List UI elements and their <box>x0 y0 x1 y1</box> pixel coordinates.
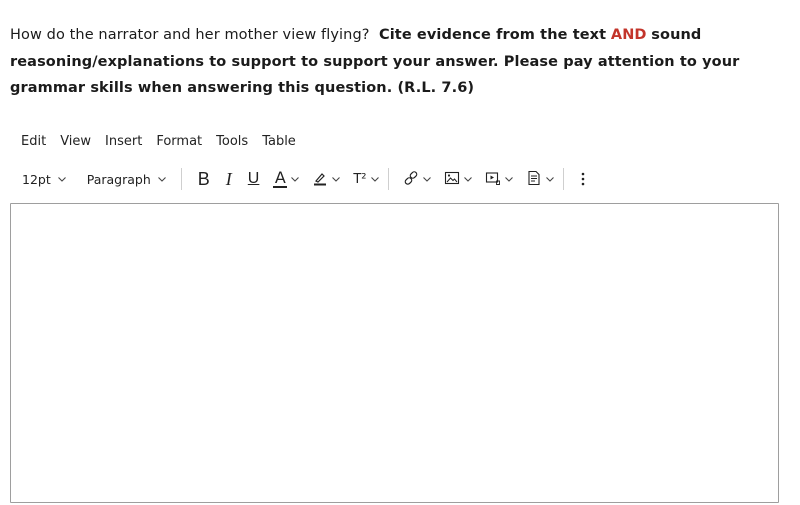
superscript-icon: T² <box>353 171 367 187</box>
text-color-button[interactable]: A <box>267 165 306 193</box>
chevron-down-icon <box>157 174 167 184</box>
document-icon <box>526 170 542 189</box>
toolbar-divider <box>180 168 182 190</box>
menu-edit[interactable]: Edit <box>10 134 53 149</box>
font-size-select[interactable]: 12pt <box>10 172 73 187</box>
block-format-value: Paragraph <box>86 171 151 187</box>
image-button[interactable] <box>438 165 479 193</box>
toolbar-divider <box>387 168 389 190</box>
more-icon <box>580 171 586 187</box>
chevron-down-icon <box>422 174 432 184</box>
toolbar-divider <box>562 168 564 190</box>
menu-view[interactable]: View <box>53 134 98 149</box>
font-size-value: 12pt <box>22 171 51 187</box>
answer-editor[interactable] <box>10 203 779 503</box>
question-text-bold: Cite evidence from the text <box>378 27 607 43</box>
menu-format[interactable]: Format <box>149 134 209 149</box>
text-color-icon: A <box>273 168 288 188</box>
editor-toolbar: 12pt Paragraph B I U A T² <box>10 163 780 195</box>
chevron-down-icon <box>57 174 67 184</box>
link-button[interactable] <box>397 165 438 193</box>
chevron-down-icon <box>545 174 555 184</box>
image-icon <box>444 170 460 189</box>
highlight-button[interactable] <box>306 165 347 193</box>
document-button[interactable] <box>520 165 561 193</box>
menu-table[interactable]: Table <box>255 134 303 149</box>
superscript-button[interactable]: T² <box>347 165 385 193</box>
italic-icon: I <box>225 168 232 189</box>
chevron-down-icon <box>290 174 300 184</box>
underline-button[interactable]: U <box>240 165 268 193</box>
block-format-select[interactable]: Paragraph <box>81 172 173 187</box>
media-icon <box>485 170 501 189</box>
highlight-icon <box>312 170 328 189</box>
chevron-down-icon <box>463 174 473 184</box>
more-options-button[interactable] <box>572 165 594 193</box>
link-icon <box>403 170 419 189</box>
question-text-plain: How do the narrator and her mother view … <box>10 27 370 43</box>
chevron-down-icon <box>331 174 341 184</box>
chevron-down-icon <box>504 174 514 184</box>
question-accent-word: AND <box>610 27 647 43</box>
text-color-label: A <box>274 168 286 187</box>
media-button[interactable] <box>479 165 520 193</box>
chevron-down-icon <box>370 174 380 184</box>
italic-button[interactable]: I <box>218 165 240 193</box>
question-prompt: How do the narrator and her mother view … <box>10 22 780 102</box>
menu-insert[interactable]: Insert <box>98 134 149 149</box>
underline-icon: U <box>247 170 260 187</box>
bold-button[interactable]: B <box>190 165 218 193</box>
editor-menubar: Edit View Insert Format Tools Table <box>10 129 303 153</box>
bold-icon: B <box>197 168 210 189</box>
menu-tools[interactable]: Tools <box>209 134 255 149</box>
